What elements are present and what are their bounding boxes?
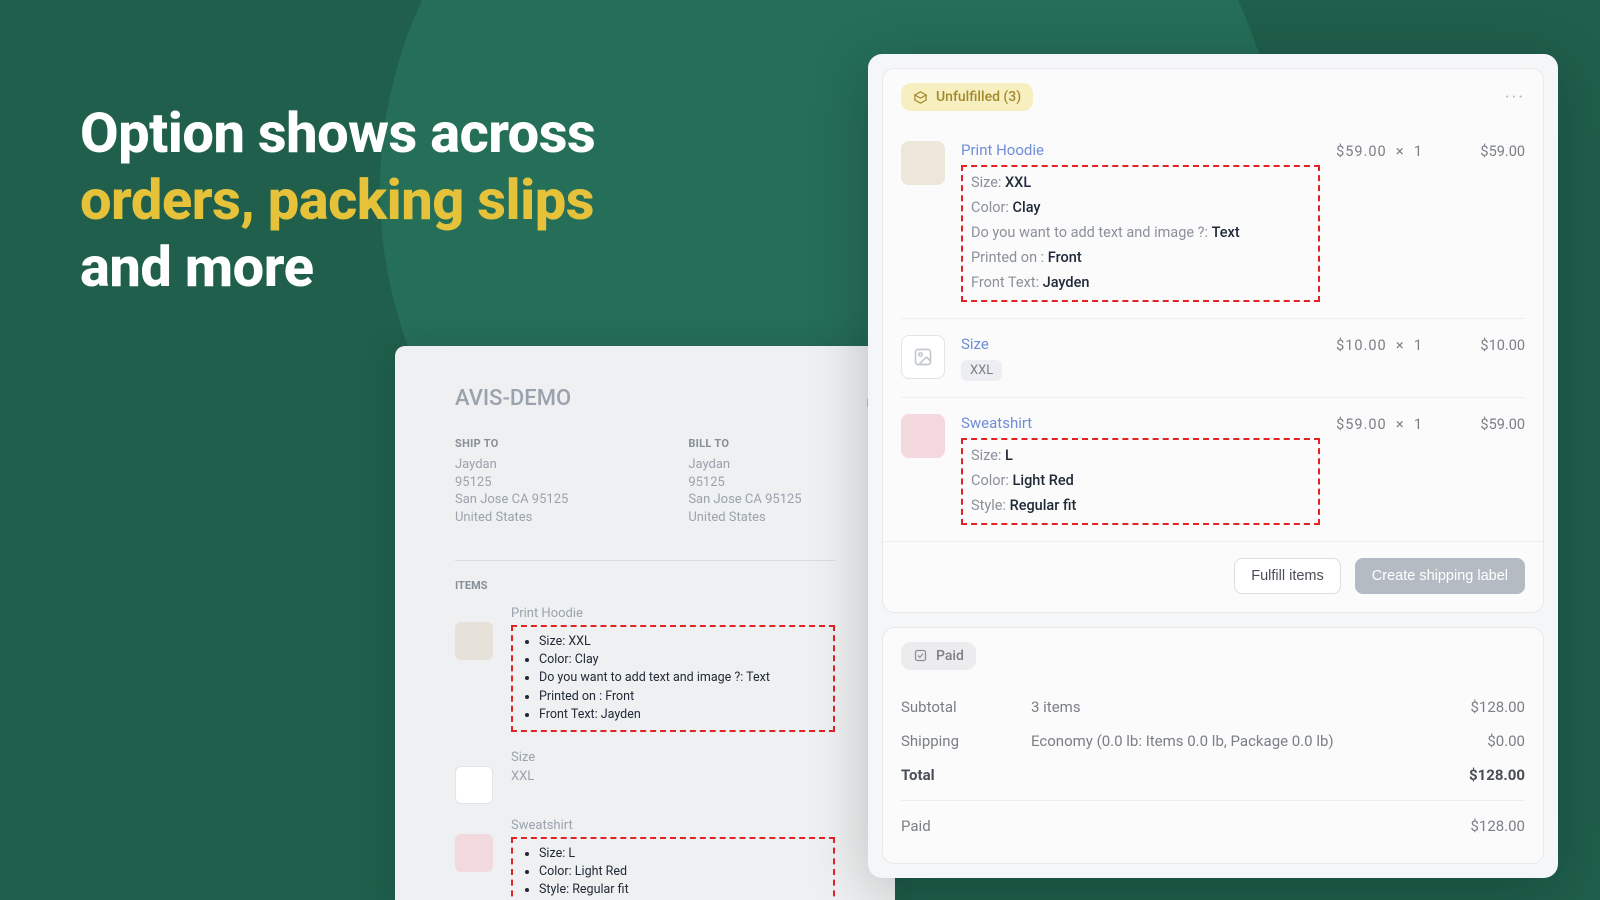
addr-name: Jaydan xyxy=(455,456,568,474)
paid-row: Paid $128.00 xyxy=(901,800,1525,843)
total-value: $128.00 xyxy=(1429,766,1525,784)
order-line-options-highlight: Size: XXL Color: Clay Do you want to add… xyxy=(961,165,1320,302)
packing-slip-item: Sweatshirt Size: L Color: Light Red Styl… xyxy=(455,818,835,900)
unit-price-qty: $10.00 × 1 xyxy=(1336,337,1423,354)
headline-line-3: and more xyxy=(80,234,595,301)
check-icon xyxy=(913,648,928,663)
unfulfilled-badge: Unfulfilled (3) xyxy=(901,83,1033,111)
packing-slip-item: Print Hoodie Size: XXL Color: Clay Do yo… xyxy=(455,606,835,732)
paid-card: Paid Subtotal 3 items $128.00 Shipping E… xyxy=(882,627,1544,864)
paid-value: $128.00 xyxy=(1429,817,1525,835)
item-option: Do you want to add text and image ?: Tex… xyxy=(539,669,823,687)
order-line-options-highlight: Size: L Color: Light Red Style: Regular … xyxy=(961,438,1320,525)
item-option: Printed on : Front xyxy=(539,688,823,706)
addr-zip: 95125 xyxy=(455,474,568,492)
unit-price-qty: $59.00 × 1 xyxy=(1336,143,1423,160)
product-thumb xyxy=(901,141,945,185)
item-thumb xyxy=(455,834,493,872)
items-heading: ITEMS xyxy=(455,579,835,592)
total-row: Total $128.00 xyxy=(901,758,1525,792)
opt-row: Size: L xyxy=(971,444,1310,469)
item-option: Color: Light Red xyxy=(539,863,823,881)
unit-price-qty: $59.00 × 1 xyxy=(1336,416,1423,433)
line-total: $59.00 xyxy=(1453,416,1525,433)
opt-row: Printed on : Front xyxy=(971,246,1310,271)
box-icon xyxy=(913,90,928,105)
shipping-desc: Economy (0.0 lb: Items 0.0 lb, Package 0… xyxy=(1031,732,1429,750)
item-options-highlight: Size: L Color: Light Red Style: Regular … xyxy=(511,837,835,900)
order-line: Sweatshirt Size: L Color: Light Red Styl… xyxy=(901,397,1525,541)
item-name: Print Hoodie xyxy=(511,606,835,621)
item-options-highlight: Size: XXL Color: Clay Do you want to add… xyxy=(511,625,835,732)
paid-label: Paid xyxy=(901,817,1031,835)
create-shipping-label-button[interactable]: Create shipping label xyxy=(1355,558,1525,594)
marketing-headline: Option shows across orders, packing slip… xyxy=(80,100,595,302)
item-thumb xyxy=(455,766,493,804)
order-line: Print Hoodie Size: XXL Color: Clay Do yo… xyxy=(901,125,1525,318)
addr-zip: 95125 xyxy=(688,474,801,492)
opt-row: Style: Regular fit xyxy=(971,494,1310,519)
item-option: Size: L xyxy=(539,845,823,863)
divider xyxy=(455,560,835,561)
headline-line-2: orders, packing slips xyxy=(80,167,595,234)
item-thumb xyxy=(455,622,493,660)
unfulfilled-card: Unfulfilled (3) ··· Print Hoodie Size: X… xyxy=(882,68,1544,613)
more-menu-button[interactable]: ··· xyxy=(1505,87,1525,108)
shipping-value: $0.00 xyxy=(1429,732,1525,750)
subtotal-desc: 3 items xyxy=(1031,698,1429,716)
line-total: $59.00 xyxy=(1453,143,1525,160)
item-option: Style: Regular fit xyxy=(539,881,823,899)
item-name: Sweatshirt xyxy=(511,818,835,833)
item-option: Front Text: Jayden xyxy=(539,706,823,724)
opt-row: Color: Clay xyxy=(971,196,1310,221)
product-name-link[interactable]: Size xyxy=(961,335,1320,353)
paid-label: Paid xyxy=(936,648,964,664)
addr-country: United States xyxy=(688,509,801,527)
variant-chip: XXL xyxy=(961,360,1002,381)
subtotal-label: Subtotal xyxy=(901,698,1031,716)
ship-to-heading: SHIP TO xyxy=(455,437,568,450)
product-thumb xyxy=(901,414,945,458)
opt-row: Color: Light Red xyxy=(971,469,1310,494)
product-thumb xyxy=(901,335,945,379)
shipping-label: Shipping xyxy=(901,732,1031,750)
addr-country: United States xyxy=(455,509,568,527)
opt-row: Front Text: Jayden xyxy=(971,271,1310,296)
item-option: Size: XXL xyxy=(539,633,823,651)
packing-slip-panel: AVIS-DEMO Fe SHIP TO Jaydan 95125 San Jo… xyxy=(395,346,895,900)
addr-city: San Jose CA 95125 xyxy=(455,491,568,509)
opt-row: Size: XXL xyxy=(971,171,1310,196)
packing-slip-item: Size XXL xyxy=(455,750,835,804)
unfulfilled-label: Unfulfilled (3) xyxy=(936,89,1021,105)
bill-to-block: BILL TO Jaydan 95125 San Jose CA 95125 U… xyxy=(688,437,801,526)
fulfill-items-button[interactable]: Fulfill items xyxy=(1234,558,1341,594)
subtotal-value: $128.00 xyxy=(1429,698,1525,716)
addr-name: Jaydan xyxy=(688,456,801,474)
product-name-link[interactable]: Print Hoodie xyxy=(961,141,1320,159)
item-sub: XXL xyxy=(511,769,835,784)
ship-to-block: SHIP TO Jaydan 95125 San Jose CA 95125 U… xyxy=(455,437,568,526)
order-panel: Unfulfilled (3) ··· Print Hoodie Size: X… xyxy=(868,54,1558,878)
bill-to-heading: BILL TO xyxy=(688,437,801,450)
product-name-link[interactable]: Sweatshirt xyxy=(961,414,1320,432)
packing-slip-store-name: AVIS-DEMO xyxy=(455,386,835,411)
total-label: Total xyxy=(901,766,1031,784)
order-line: Size XXL $10.00 × 1 $10.00 xyxy=(901,318,1525,397)
headline-line-1: Option shows across xyxy=(80,100,595,167)
opt-row: Do you want to add text and image ?: Tex… xyxy=(971,221,1310,246)
addr-city: San Jose CA 95125 xyxy=(688,491,801,509)
paid-badge: Paid xyxy=(901,642,976,670)
shipping-row: Shipping Economy (0.0 lb: Items 0.0 lb, … xyxy=(901,724,1525,758)
item-option: Color: Clay xyxy=(539,651,823,669)
subtotal-row: Subtotal 3 items $128.00 xyxy=(901,690,1525,724)
line-total: $10.00 xyxy=(1453,337,1525,354)
item-name: Size xyxy=(511,750,835,765)
